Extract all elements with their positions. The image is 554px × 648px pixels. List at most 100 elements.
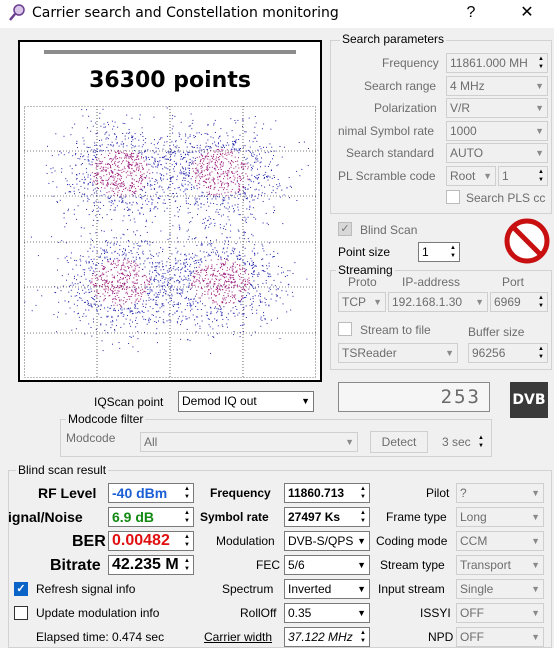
constellation-point	[213, 290, 215, 292]
search-pls-checkbox[interactable]	[446, 190, 460, 204]
iqscan-select[interactable]: Demod IQ out ▼	[178, 391, 314, 412]
constellation-point	[248, 240, 250, 242]
constellation-point	[95, 133, 97, 135]
chevron-down-icon: ▼	[301, 396, 310, 406]
constellation-point	[201, 286, 202, 288]
rolloff-select[interactable]: 0.35 ▼	[284, 603, 370, 623]
constellation-point	[230, 148, 232, 150]
constellation-point	[254, 254, 256, 256]
constellation-point	[216, 153, 218, 155]
constellation-point	[81, 109, 83, 111]
constellation-point	[189, 158, 191, 160]
constellation-point	[213, 194, 215, 196]
spin-icon[interactable]: ▲ ▼	[536, 345, 546, 361]
constellation-point	[223, 273, 225, 275]
spectrum-select[interactable]: Inverted ▼	[284, 579, 370, 599]
constellation-point	[238, 190, 240, 192]
search-standard-select[interactable]: AUTO ▼	[446, 143, 548, 163]
frequency-field[interactable]: 11861.000 MH ▲ ▼	[446, 53, 548, 73]
port-field[interactable]: 6969 ▲ ▼	[490, 292, 548, 312]
reader-select[interactable]: TSReader ▼	[338, 343, 458, 363]
constellation-point	[248, 208, 250, 210]
spin-icon[interactable]: ▲ ▼	[358, 485, 368, 501]
constellation-point	[118, 290, 120, 292]
pilot-select[interactable]: ? ▼	[456, 483, 544, 503]
constellation-point	[206, 311, 208, 313]
spin-icon[interactable]: ▲ ▼	[358, 629, 368, 645]
constellation-point	[192, 285, 194, 286]
constellation-point	[175, 263, 177, 265]
constellation-point	[114, 169, 116, 171]
constellation-point	[162, 288, 164, 290]
symbol-rate-field[interactable]: 1000 ▼	[446, 121, 548, 141]
pl-scramble-select[interactable]: Root ▼	[446, 166, 496, 186]
constellation-point	[174, 188, 176, 190]
constellation-point	[106, 275, 108, 277]
spin-icon[interactable]: ▲ ▼	[476, 434, 486, 450]
fec-select[interactable]: 5/6 ▼	[284, 555, 370, 575]
spin-icon[interactable]: ▲ ▼	[182, 557, 192, 573]
constellation-point	[126, 299, 128, 301]
constellation-point	[92, 263, 94, 265]
spin-icon[interactable]: ▲ ▼	[358, 509, 368, 525]
constellation-point	[231, 189, 233, 191]
constellation-point	[158, 310, 160, 312]
input-stream-select[interactable]: Single ▼	[456, 579, 544, 599]
spin-icon[interactable]: ▲ ▼	[182, 485, 192, 501]
polarization-select[interactable]: V/R ▼	[446, 98, 548, 118]
constellation-point	[172, 277, 174, 279]
constellation-point	[243, 262, 245, 264]
npd-select[interactable]: OFF ▼	[456, 627, 544, 647]
constellation-point	[208, 216, 210, 218]
ip-select[interactable]: 192.168.1.30 ▼	[388, 292, 488, 312]
spin-icon[interactable]: ▲ ▼	[182, 533, 192, 549]
frame-type-select[interactable]: Long ▼	[456, 507, 544, 527]
stream-to-file-checkbox[interactable]	[338, 322, 352, 336]
constellation-point	[129, 298, 131, 300]
constellation-point	[188, 298, 189, 300]
constellation-point	[126, 274, 128, 276]
constellation-point	[115, 183, 117, 185]
coding-mode-select[interactable]: CCM ▼	[456, 531, 544, 551]
spin-icon[interactable]: ▲ ▼	[536, 55, 546, 71]
stop-icon[interactable]	[504, 218, 550, 264]
pl-scramble-value[interactable]: 1 ▲ ▼	[498, 166, 548, 186]
search-range-select[interactable]: 4 MHz ▼	[446, 76, 548, 96]
constellation-point	[215, 164, 217, 166]
spin-icon[interactable]: ▲ ▼	[536, 294, 546, 310]
carrier-width-label[interactable]: Carrier width	[204, 630, 272, 644]
constellation-point	[257, 275, 259, 277]
constellation-point	[133, 146, 135, 148]
constellation-point	[132, 211, 134, 213]
constellation-point	[237, 188, 239, 190]
timeout-field[interactable]: 3 sec ▲ ▼	[438, 432, 488, 452]
constellation-point	[126, 206, 128, 208]
constellation-point	[237, 150, 239, 152]
stream-type-select[interactable]: Transport ▼	[456, 555, 544, 575]
constellation-point	[230, 310, 232, 312]
constellation-point	[219, 305, 221, 306]
close-button[interactable]: ✕	[512, 2, 542, 26]
constellation-point	[187, 207, 189, 209]
blind-scan-checkbox[interactable]: ✓	[338, 222, 352, 236]
constellation-point	[100, 324, 102, 326]
refresh-signal-checkbox[interactable]: ✓	[14, 582, 28, 596]
spin-icon[interactable]: ▲ ▼	[182, 509, 192, 525]
constellation-point	[206, 220, 208, 222]
proto-select[interactable]: TCP ▼	[338, 292, 386, 312]
issyi-select[interactable]: OFF ▼	[456, 603, 544, 623]
constellation-point	[165, 155, 167, 157]
constellation-point	[184, 173, 186, 175]
update-modulation-checkbox[interactable]	[14, 606, 28, 620]
help-button[interactable]: ?	[456, 2, 486, 26]
modulation-select[interactable]: DVB-S/QPS ▼	[284, 531, 370, 551]
constellation-point	[270, 128, 272, 130]
point-size-field[interactable]: 1 ▲ ▼	[418, 242, 460, 262]
constellation-point	[199, 264, 201, 266]
constellation-point	[132, 335, 134, 337]
buffer-size-field[interactable]: 96256 ▲ ▼	[468, 343, 548, 363]
spin-icon[interactable]: ▲ ▼	[448, 244, 458, 260]
detect-button[interactable]: Detect	[370, 431, 428, 453]
modcode-select[interactable]: All ▼	[140, 432, 358, 452]
spin-icon[interactable]: ▲ ▼	[536, 168, 546, 184]
